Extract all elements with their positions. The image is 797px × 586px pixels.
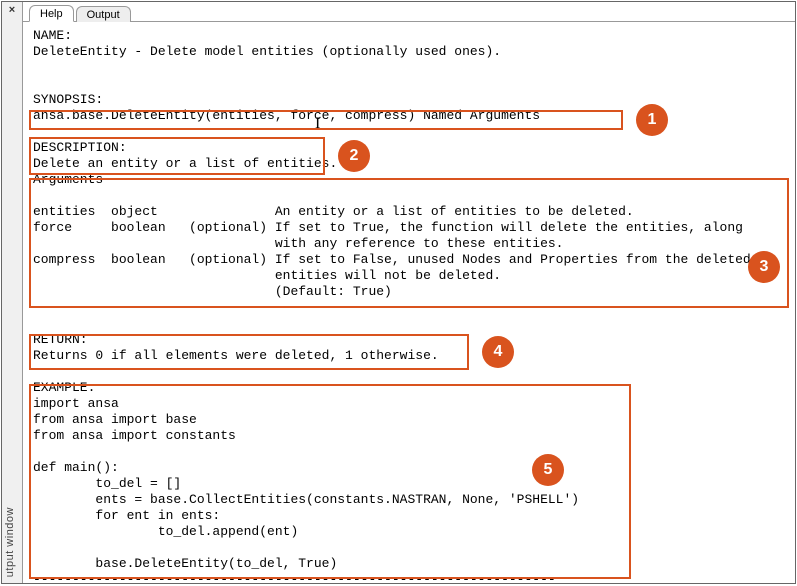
example-line: for ent in ents: bbox=[33, 508, 220, 523]
example-line: import ansa bbox=[33, 396, 119, 411]
example-line: from ansa import base bbox=[33, 412, 197, 427]
tab-output[interactable]: Output bbox=[76, 6, 131, 22]
example-rule: ----------------------------------------… bbox=[33, 572, 556, 583]
example-line: to_del = [] bbox=[33, 476, 181, 491]
arg-entities: entities object An entity or a list of e… bbox=[33, 204, 634, 219]
example-header: EXAMPLE: bbox=[33, 380, 95, 395]
example-line: base.DeleteEntity(to_del, True) bbox=[33, 556, 337, 571]
arg-compress-2: entities will not be deleted. bbox=[33, 268, 501, 283]
arg-compress-1: compress boolean (optional) If set to Fa… bbox=[33, 252, 751, 267]
content-area: Help Output NAME: DeleteEntity - Delete … bbox=[22, 2, 795, 583]
name-header: NAME: bbox=[33, 28, 72, 43]
arg-force-1: force boolean (optional) If set to True,… bbox=[33, 220, 743, 235]
return-line: Returns 0 if all elements were deleted, … bbox=[33, 348, 439, 363]
arg-compress-3: (Default: True) bbox=[33, 284, 392, 299]
panel-title-vertical: utput window bbox=[4, 507, 16, 577]
return-header: RETURN: bbox=[33, 332, 88, 347]
description-header: DESCRIPTION: bbox=[33, 140, 127, 155]
example-line: to_del.append(ent) bbox=[33, 524, 298, 539]
synopsis-header: SYNOPSIS: bbox=[33, 92, 103, 107]
help-document[interactable]: NAME: DeleteEntity - Delete model entiti… bbox=[23, 22, 795, 583]
name-line: DeleteEntity - Delete model entities (op… bbox=[33, 44, 501, 59]
example-line: ents = base.CollectEntities(constants.NA… bbox=[33, 492, 579, 507]
synopsis-line: ansa.base.DeleteEntity(entities, force, … bbox=[33, 108, 540, 123]
arg-force-2: with any reference to these entities. bbox=[33, 236, 564, 251]
description-line: Delete an entity or a list of entities. bbox=[33, 156, 337, 171]
tabstrip: Help Output bbox=[23, 2, 795, 22]
arguments-header: Arguments bbox=[33, 172, 103, 187]
example-line: def main(): bbox=[33, 460, 119, 475]
close-icon[interactable]: × bbox=[5, 4, 19, 18]
panel-frame: × utput window Help Output NAME: DeleteE… bbox=[1, 1, 796, 584]
example-line: from ansa import constants bbox=[33, 428, 236, 443]
tab-help[interactable]: Help bbox=[29, 5, 74, 22]
